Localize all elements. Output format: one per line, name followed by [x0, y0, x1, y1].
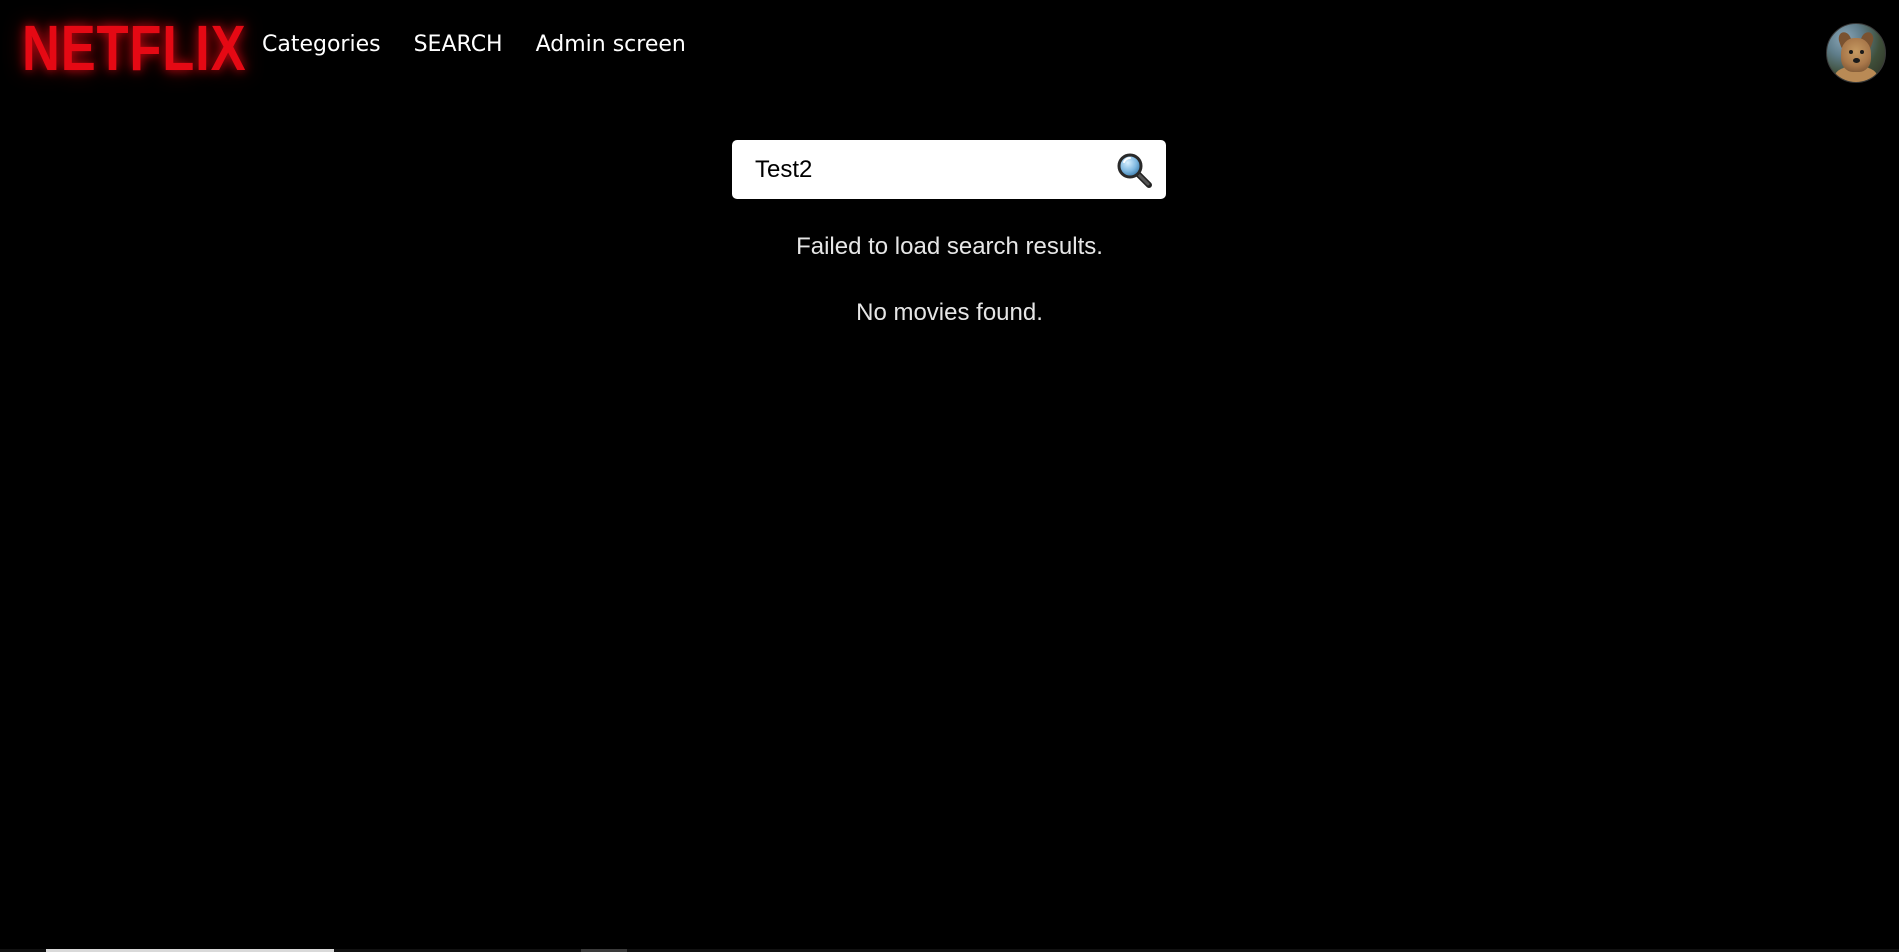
avatar-dog-eye-left [1849, 50, 1853, 54]
nav-link-categories[interactable]: Categories [262, 30, 381, 60]
avatar-dog-eye-right [1860, 50, 1864, 54]
user-avatar[interactable] [1826, 23, 1886, 83]
search-bar [732, 140, 1166, 199]
avatar-dog-nose [1853, 58, 1860, 63]
top-header: NETFLIX Categories SEARCH Admin screen [0, 0, 1899, 100]
magnifier-icon [1117, 153, 1152, 188]
no-results-message: No movies found. [856, 299, 1043, 326]
search-error-message: Failed to load search results. [796, 233, 1103, 260]
main-nav: Categories SEARCH Admin screen [262, 30, 686, 60]
app-page: NETFLIX Categories SEARCH Admin screen T… [0, 0, 1899, 952]
avatar-dog-head [1841, 38, 1871, 72]
netflix-logo[interactable]: NETFLIX [22, 16, 246, 80]
search-input[interactable] [732, 140, 1102, 199]
nav-link-search[interactable]: SEARCH [414, 30, 503, 60]
search-button[interactable] [1114, 150, 1154, 190]
nav-link-admin-screen[interactable]: Admin screen [536, 30, 686, 60]
